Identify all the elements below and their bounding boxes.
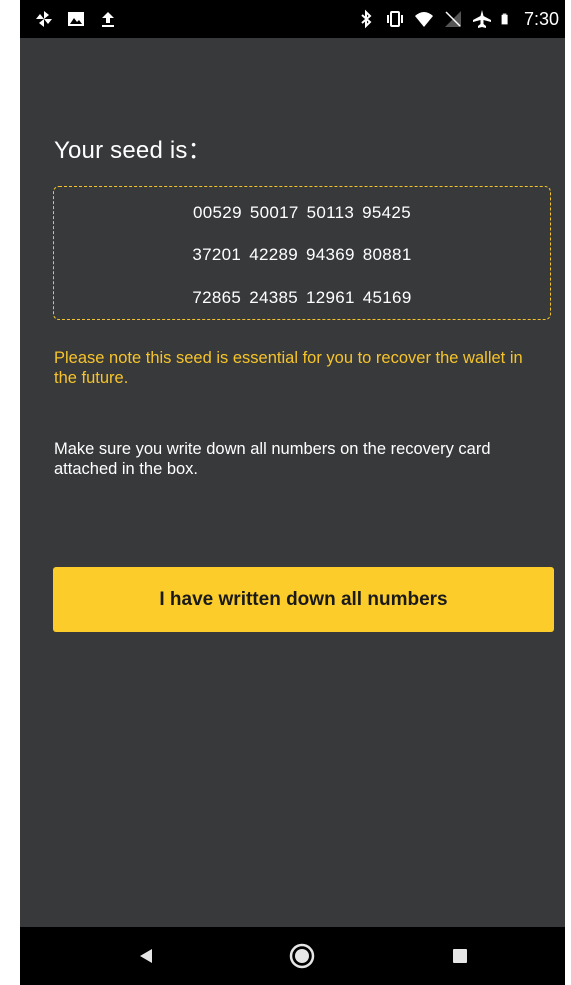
page-title: Your seed is： (54, 137, 212, 164)
bluetooth-icon (361, 9, 372, 29)
status-time: 7:30 (523, 9, 559, 29)
back-icon (140, 949, 152, 963)
home-icon (289, 943, 315, 969)
no-signal-icon (444, 11, 461, 27)
confirm-written-button[interactable]: I have written down all numbers (53, 567, 554, 632)
recents-icon (453, 949, 467, 963)
navigation-bar (20, 927, 565, 985)
upload-icon (102, 12, 114, 27)
phone-screen: 7:30 Your seed is： 00529 50017 50113 954… (20, 0, 565, 985)
home-button[interactable] (262, 927, 342, 985)
vibrate-icon (386, 11, 403, 27)
status-left (34, 9, 118, 29)
wifi-icon (414, 12, 433, 27)
status-right: 7:30 (356, 9, 559, 29)
battery-icon (501, 13, 508, 25)
recents-button[interactable] (420, 927, 500, 985)
seed-box: 00529 50017 50113 95425 37201 42289 9436… (53, 186, 551, 320)
seed-row-3: 72865 24385 12961 45169 (192, 288, 412, 307)
recovery-note: Make sure you write down all numbers on … (54, 440, 491, 478)
status-bar: 7:30 (20, 0, 565, 38)
seed-row-1: 00529 50017 50113 95425 (193, 203, 411, 222)
back-button[interactable] (106, 927, 186, 985)
pinwheel-icon (36, 11, 52, 27)
airplane-icon (472, 10, 491, 28)
seed-row-2: 37201 42289 94369 80881 (192, 245, 412, 264)
seed-warning: Please note this seed is essential for y… (54, 349, 523, 387)
image-icon (68, 12, 84, 26)
